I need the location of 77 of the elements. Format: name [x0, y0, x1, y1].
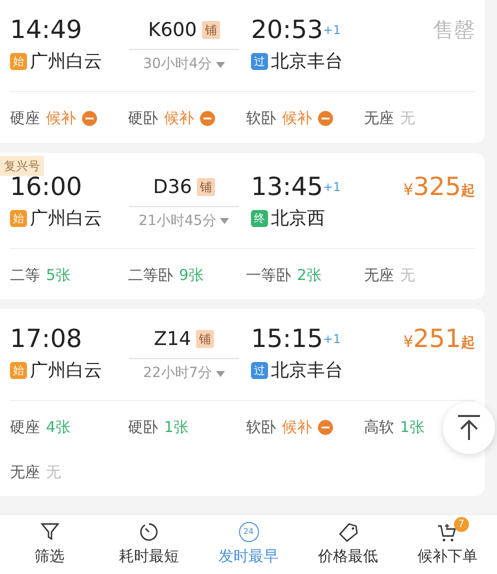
- day-offset: +1: [323, 332, 341, 346]
- berth-badge: 铺: [196, 178, 215, 196]
- departure-time: 14:49: [10, 14, 84, 46]
- minus-icon: [318, 420, 333, 435]
- seat-availability: 1张: [164, 417, 189, 438]
- sort-tab[interactable]: 候补下单 7: [398, 515, 497, 574]
- arrival-time: 13:45: [251, 172, 324, 200]
- minus-icon: [82, 110, 97, 126]
- price: ¥325起: [402, 170, 475, 202]
- seat-availability: 无: [400, 264, 415, 286]
- station-badge: 始: [10, 362, 27, 379]
- cart-icon: [437, 522, 458, 542]
- filter-icon: [40, 522, 60, 542]
- train-number: Z14: [154, 327, 192, 352]
- seat-availability: 候补: [46, 108, 76, 129]
- minus-icon: [200, 110, 215, 126]
- seat-availability: 4张: [46, 417, 71, 438]
- seat-class: 无座: [364, 264, 394, 286]
- departure-time: 17:08: [10, 323, 84, 355]
- seat-availability: 无: [46, 462, 61, 482]
- sold-out-label: 售罄: [432, 17, 475, 44]
- departure-station: 广州白云: [30, 206, 102, 230]
- seat-class: 二等: [10, 264, 40, 286]
- minus-icon: [318, 110, 333, 126]
- station-badge: 始: [10, 53, 27, 70]
- seat-class: 硬座: [10, 108, 40, 129]
- seat-class: 一等卧: [246, 264, 291, 286]
- arrival-time: 20:53: [251, 15, 324, 44]
- day-offset: +1: [323, 180, 341, 194]
- arrival-station: 北京丰台: [271, 359, 343, 383]
- berth-badge: 铺: [196, 330, 214, 348]
- station-badge: 过: [251, 362, 268, 379]
- dropdown-icon[interactable]: [216, 62, 225, 68]
- duration: 30小时4分: [143, 55, 212, 74]
- seat-availability: 无: [400, 108, 415, 129]
- departure-station: 广州白云: [30, 50, 102, 74]
- station-badge: 过: [251, 53, 268, 70]
- price: ¥251起: [402, 323, 475, 355]
- timer-icon: [139, 522, 160, 542]
- train-number: K600: [148, 18, 197, 43]
- seat-availability: 9张: [179, 264, 204, 286]
- duration: 22小时7分: [143, 364, 212, 383]
- departure-station: 广州白云: [30, 359, 102, 383]
- station-badge: 终: [251, 210, 268, 226]
- train-number: D36: [153, 174, 192, 200]
- station-badge: 始: [10, 210, 27, 226]
- arrival-station: 北京西: [271, 206, 325, 230]
- sort-tab[interactable]: 耗时最短: [99, 515, 199, 574]
- seat-class: 软卧: [246, 417, 276, 438]
- sort-tab[interactable]: 价格最低: [298, 515, 398, 574]
- arrival-station: 北京丰台: [271, 50, 343, 74]
- seat-class: 软卧: [246, 108, 276, 129]
- seat-class: 无座: [364, 108, 394, 129]
- seat-availability: 候补: [282, 108, 312, 129]
- day-offset: +1: [323, 23, 341, 37]
- seat-availability: 候补: [282, 417, 312, 438]
- duration: 21小时45分: [138, 212, 216, 230]
- seat-class: 硬卧: [128, 108, 158, 129]
- seat-class: 硬卧: [128, 417, 158, 438]
- count-badge: 7: [454, 517, 469, 532]
- seat-availability: 2张: [297, 264, 322, 286]
- seat-class: 硬座: [10, 417, 40, 438]
- train-type-tag: 复兴号: [0, 156, 44, 176]
- seat-availability: 1张: [400, 417, 425, 438]
- berth-badge: 铺: [202, 21, 220, 39]
- price-tag-icon: [338, 522, 358, 542]
- dropdown-icon[interactable]: [220, 218, 230, 224]
- clock-icon: 24: [238, 522, 259, 542]
- sort-tab[interactable]: 筛选: [0, 515, 100, 574]
- seat-availability: 候补: [164, 108, 194, 129]
- seat-availability: 5张: [46, 264, 71, 286]
- seat-class: 高软: [364, 417, 394, 438]
- arrival-time: 15:15: [251, 324, 324, 353]
- seat-class: 无座: [10, 462, 40, 482]
- arrow-up-icon: [457, 415, 481, 441]
- seat-class: 二等卧: [128, 264, 173, 286]
- dropdown-icon[interactable]: [216, 370, 225, 376]
